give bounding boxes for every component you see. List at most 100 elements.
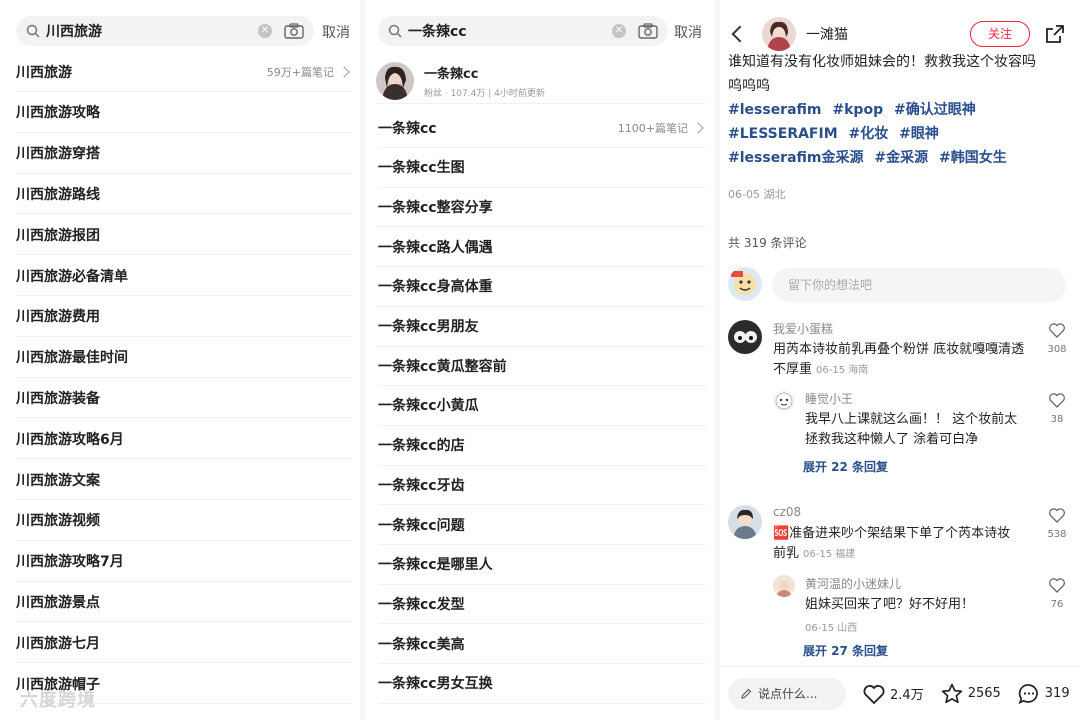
note-count: 1100+篇笔记 xyxy=(617,121,688,135)
suggestion-item[interactable]: 一条辣cc是哪里人 xyxy=(378,545,706,585)
pen-icon xyxy=(741,688,752,699)
suggestion-item[interactable]: 川西旅游费用 xyxy=(16,297,352,337)
expand-replies-button[interactable]: 展开 22 条回复 xyxy=(803,458,888,475)
avatar[interactable] xyxy=(728,320,762,354)
reply-text: 姐妹买回来了吧？好不好用！ xyxy=(805,597,975,612)
suggestion-item[interactable]: 川西旅游攻略7月 xyxy=(16,542,352,582)
comment-input[interactable]: 留下你的想法吧 xyxy=(772,268,1066,302)
clear-icon[interactable]: ✕ xyxy=(612,24,626,38)
suggestion-label: 川西旅游攻略 xyxy=(16,105,100,122)
heart-icon xyxy=(1049,508,1065,523)
like-button[interactable]: 538 xyxy=(1042,507,1072,540)
suggestion-item[interactable]: 一条辣cc路人偶遇 xyxy=(378,227,706,268)
note-count: 59万+篇笔记 xyxy=(266,65,334,79)
user-suggestion[interactable]: 一条辣cc 粉丝 · 107.4万 | 4小时前更新 xyxy=(376,58,706,104)
avatar[interactable] xyxy=(773,390,795,412)
camera-icon[interactable] xyxy=(638,23,658,39)
suggestion-item[interactable]: 一条辣cc美高 xyxy=(378,624,706,665)
suggestion-item[interactable]: 一条辣cc男朋友 xyxy=(378,307,706,347)
search-input[interactable]: 一条辣cc xyxy=(408,21,612,41)
cancel-button[interactable]: 取消 xyxy=(322,22,350,42)
share-icon[interactable] xyxy=(1044,23,1066,45)
avatar xyxy=(728,267,762,301)
say-something-input[interactable]: 说点什么... xyxy=(728,677,846,710)
like-count: 2.4万 xyxy=(890,688,924,703)
avatar[interactable] xyxy=(728,505,762,539)
comment-count: 319 xyxy=(1044,686,1070,701)
suggestion-item[interactable]: 川西旅游景点 xyxy=(16,582,352,623)
suggestion-item[interactable]: 川西旅游视频 xyxy=(16,501,352,541)
search-icon xyxy=(26,24,40,38)
suggestion-item[interactable]: 一条辣cc生图 xyxy=(378,148,706,188)
follow-button[interactable]: 关注 xyxy=(970,21,1030,47)
suggestion-item[interactable]: 一条辣cc牙齿 xyxy=(378,465,706,506)
camera-icon[interactable] xyxy=(284,23,304,39)
suggestion-item[interactable]: 一条辣cc黄瓜整容前 xyxy=(378,346,706,387)
heart-icon xyxy=(1049,323,1065,338)
search-bar[interactable]: 一条辣cc ✕ xyxy=(378,16,668,46)
suggestion-item[interactable]: 川西旅游最佳时间 xyxy=(16,338,352,378)
search-bar[interactable]: 川西旅游 ✕ xyxy=(16,16,314,46)
search-input[interactable]: 川西旅游 xyxy=(46,21,258,41)
heart-icon xyxy=(863,684,885,704)
suggestion-item[interactable]: 川西旅游 59万+篇笔记 xyxy=(16,52,352,92)
reply-username[interactable]: 黄河温的小迷妹儿 xyxy=(805,575,901,592)
suggestion-label: 川西旅游视频 xyxy=(16,513,100,530)
hashtag-link[interactable]: #lesserafim金采源 xyxy=(728,150,864,166)
author-name[interactable]: 一滩猫 xyxy=(806,24,970,44)
star-button[interactable]: 2565 xyxy=(940,682,1001,706)
suggestion-item[interactable]: 一条辣cc的店 xyxy=(378,426,706,466)
suggestion-item[interactable]: 一条辣cc身高体重 xyxy=(378,267,706,307)
suggestion-item[interactable]: 川西旅游装备 xyxy=(16,378,352,419)
hashtag-link[interactable]: #化妆 xyxy=(849,126,889,142)
cancel-button[interactable]: 取消 xyxy=(674,22,702,42)
suggestion-label: 川西旅游报团 xyxy=(16,227,100,244)
hashtag-link[interactable]: #LESSERAFIM xyxy=(728,126,838,142)
comment-item: 我爱小蛋糕 用芮本诗妆前乳再叠个粉饼 底妆就嘎嘎清透 不厚重 06-15 海南 3… xyxy=(728,320,1072,474)
suggestion-label: 一条辣cc男女互换 xyxy=(378,676,493,693)
suggestion-item[interactable]: 川西旅游路线 xyxy=(16,174,352,215)
like-button[interactable]: 76 xyxy=(1042,577,1072,610)
hashtag-link[interactable]: #确认过眼神 xyxy=(894,102,976,118)
suggestion-label: 一条辣cc整容分享 xyxy=(378,199,493,216)
suggestion-item[interactable]: 川西旅游文案 xyxy=(16,460,352,500)
suggestion-item[interactable]: 一条辣cc问题 xyxy=(378,505,706,545)
clear-icon[interactable]: ✕ xyxy=(258,24,272,38)
star-count: 2565 xyxy=(967,686,1001,701)
like-button[interactable]: 2.4万 xyxy=(862,683,924,705)
like-button[interactable]: 308 xyxy=(1042,322,1072,355)
suggestion-item[interactable]: 一条辣cc男女互换 xyxy=(378,664,706,704)
suggestion-item[interactable]: 一条辣cc整容分享 xyxy=(378,187,706,228)
back-icon[interactable] xyxy=(731,25,749,43)
suggestion-item[interactable]: 川西旅游必备清单 xyxy=(16,256,352,296)
hashtag-link[interactable]: #kpop xyxy=(832,102,883,118)
suggestion-label: 一条辣cc路人偶遇 xyxy=(378,239,493,256)
avatar[interactable] xyxy=(762,17,796,51)
comment-text: 🆘准备进来吵个架结果下单了个芮本诗妆 xyxy=(773,526,1011,541)
suggestion-item[interactable]: 一条辣cc发型 xyxy=(378,584,706,625)
watermark: 六度跨境 xyxy=(20,690,96,711)
reply-username[interactable]: 睡觉小王 xyxy=(805,390,853,407)
like-button[interactable]: 38 xyxy=(1042,392,1072,425)
hashtag-link[interactable]: #lesserafim xyxy=(728,102,822,118)
suggestion-item[interactable]: 川西旅游攻略6月 xyxy=(16,419,352,460)
search-panel-1: 川西旅游 ✕ 取消 川西旅游 59万+篇笔记 川西旅游攻略 川西旅游穿搭 川西旅游路线川… xyxy=(0,0,360,720)
suggestion-item[interactable]: 一条辣cc 1100+篇笔记 xyxy=(378,108,706,148)
suggestion-label: 川西旅游最佳时间 xyxy=(16,350,128,367)
suggestion-label: 川西旅游景点 xyxy=(16,594,100,611)
like-count: 76 xyxy=(1050,599,1064,610)
suggestion-item[interactable]: 川西旅游攻略 xyxy=(16,93,352,133)
comment-username[interactable]: 我爱小蛋糕 xyxy=(773,320,833,337)
suggestion-item[interactable]: 川西旅游报团 xyxy=(16,215,352,256)
comment-username[interactable]: cz08 xyxy=(773,505,801,519)
suggestion-item[interactable]: 川西旅游七月 xyxy=(16,623,352,664)
hashtag-link[interactable]: #韩国女生 xyxy=(939,150,1007,166)
suggestion-item[interactable]: 一条辣cc小黄瓜 xyxy=(378,386,706,426)
like-count: 538 xyxy=(1047,529,1067,540)
hashtag-link[interactable]: #金采源 xyxy=(874,150,928,166)
expand-replies-button[interactable]: 展开 27 条回复 xyxy=(803,642,888,659)
comment-button[interactable]: 319 xyxy=(1017,682,1070,706)
avatar[interactable] xyxy=(773,575,795,597)
hashtag-link[interactable]: #眼神 xyxy=(899,126,939,142)
suggestion-item[interactable]: 川西旅游穿搭 xyxy=(16,134,352,174)
